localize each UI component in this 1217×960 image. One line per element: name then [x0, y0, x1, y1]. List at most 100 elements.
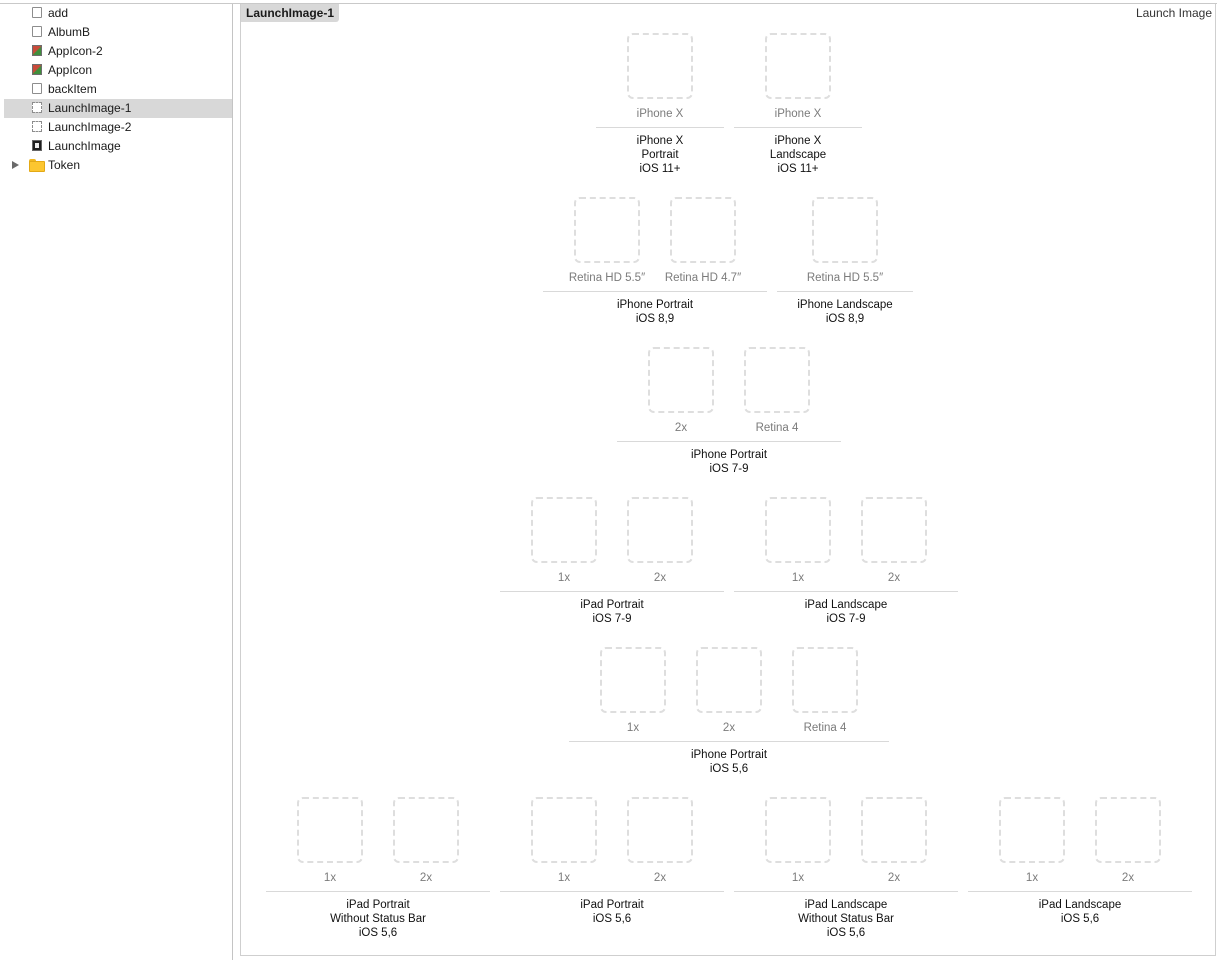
group-divider — [266, 891, 490, 892]
group-title-line: iPad Portrait — [346, 899, 410, 911]
image-drop-well[interactable] — [627, 797, 693, 863]
image-set-name-badge[interactable]: LaunchImage-1 — [241, 4, 340, 22]
group-title-line: iPhone Landscape — [797, 299, 893, 311]
group-title-line: iPhone X — [774, 135, 822, 147]
image-drop-well[interactable] — [812, 197, 878, 263]
slot-scale-label: 2x — [887, 872, 901, 884]
group-title-line: iOS 7-9 — [592, 613, 632, 625]
sidebar-item-albumb[interactable]: AlbumB — [4, 23, 232, 42]
sidebar-item-launchimage-2[interactable]: LaunchImage-2 — [4, 118, 232, 137]
slot-scale-label: 2x — [722, 722, 736, 734]
slot-group-title: iPhone Portrait iOS 7-9 — [609, 448, 849, 476]
group-title-line: iPad Landscape — [804, 599, 888, 611]
group-title-line: iPad Portrait — [580, 599, 644, 611]
image-drop-well[interactable] — [393, 797, 459, 863]
slot-scale-label: 2x — [653, 572, 667, 584]
asset-catalog-sidebar: add AlbumB AppIcon-2 AppIcon backItem LaunchI… — [0, 4, 232, 960]
image-drop-well[interactable] — [765, 33, 831, 99]
folder-icon — [29, 159, 45, 172]
group-title-line: iOS 5,6 — [826, 927, 866, 939]
image-drop-well[interactable] — [861, 797, 927, 863]
slot-scale-label: Retina HD 5.5″ — [806, 272, 884, 284]
group-title-line: iOS 5,6 — [1060, 913, 1100, 925]
slot-group-title: iPhone Landscape iOS 8,9 — [725, 298, 965, 326]
group-title-line: iPad Landscape — [1038, 899, 1122, 911]
sidebar-item-backitem[interactable]: backItem — [4, 80, 232, 99]
group-divider — [777, 291, 913, 292]
image-drop-well[interactable] — [670, 197, 736, 263]
image-drop-well[interactable] — [627, 497, 693, 563]
slot-group-title: iPhone Portrait iOS 5,6 — [609, 748, 849, 776]
sidebar-item-label: backItem — [48, 82, 97, 96]
group-divider — [500, 891, 724, 892]
sidebar-item-appicon[interactable]: AppIcon — [4, 61, 232, 80]
group-divider — [968, 891, 1192, 892]
image-drop-well[interactable] — [765, 497, 831, 563]
disclosure-triangle-icon[interactable] — [12, 161, 19, 169]
image-drop-well[interactable] — [765, 797, 831, 863]
image-drop-well[interactable] — [1095, 797, 1161, 863]
blank-image-icon — [32, 26, 42, 37]
slot-group-title: iPad Portrait iOS 5,6 — [492, 898, 732, 926]
sidebar-item-add[interactable]: add — [4, 4, 232, 23]
image-drop-well[interactable] — [648, 347, 714, 413]
slot-group-title: iPad Landscape Without Status Bar iOS 5,6 — [726, 898, 966, 940]
slot-group-title: iPad Portrait iOS 7-9 — [492, 598, 732, 626]
launch-image-empty-icon — [32, 102, 42, 113]
slot-scale-label: 2x — [887, 572, 901, 584]
group-title-line: Without Status Bar — [798, 913, 894, 925]
group-title-line: iOS 7-9 — [709, 463, 749, 475]
image-drop-well[interactable] — [297, 797, 363, 863]
image-drop-well[interactable] — [627, 33, 693, 99]
image-drop-well[interactable] — [574, 197, 640, 263]
slot-scale-label: Retina HD 4.7″ — [664, 272, 742, 284]
slot-group-title: iPhone X Landscape iOS 11+ — [678, 134, 918, 176]
sidebar-item-launchimage[interactable]: LaunchImage — [4, 137, 232, 156]
slot-group-title: iPad Landscape iOS 5,6 — [960, 898, 1200, 926]
image-drop-well[interactable] — [792, 647, 858, 713]
slot-scale-label: 1x — [557, 872, 571, 884]
slot-scale-label: 1x — [791, 572, 805, 584]
sidebar-item-label: AlbumB — [48, 25, 91, 39]
group-title-line: iPhone Portrait — [690, 749, 768, 761]
sidebar-item-label: add — [48, 6, 69, 20]
slot-scale-label: 1x — [323, 872, 337, 884]
group-title-line: iOS 8,9 — [825, 313, 865, 325]
group-divider — [734, 591, 958, 592]
image-set-type-label: Launch Image — [1135, 6, 1212, 20]
group-divider — [617, 441, 841, 442]
image-drop-well[interactable] — [999, 797, 1065, 863]
group-title-line: iOS 11+ — [777, 163, 819, 175]
group-title-line: iOS 7-9 — [826, 613, 866, 625]
group-divider — [500, 591, 724, 592]
sidebar-item-token[interactable]: Token — [4, 156, 232, 175]
blank-image-icon — [32, 7, 42, 18]
group-title-line: iOS 5,6 — [709, 763, 749, 775]
launch-image-icon — [32, 140, 42, 151]
slot-scale-label: 1x — [626, 722, 640, 734]
sidebar-item-label: AppIcon — [48, 63, 93, 77]
slot-group-title: iPad Portrait Without Status Bar iOS 5,6 — [258, 898, 498, 940]
group-title-line: iPhone Portrait — [690, 449, 768, 461]
sidebar-item-label: Token — [48, 158, 81, 172]
image-drop-well[interactable] — [531, 797, 597, 863]
slot-scale-label: 2x — [1121, 872, 1135, 884]
group-title-line: iOS 5,6 — [358, 927, 398, 939]
image-drop-well[interactable] — [861, 497, 927, 563]
group-divider — [734, 127, 862, 128]
sidebar-item-label: LaunchImage-1 — [48, 101, 132, 115]
image-drop-well[interactable] — [600, 647, 666, 713]
slot-scale-label: 2x — [674, 422, 688, 434]
image-drop-well[interactable] — [531, 497, 597, 563]
image-drop-well[interactable] — [696, 647, 762, 713]
group-title-line: iPad Portrait — [580, 899, 644, 911]
sidebar-item-label: LaunchImage-2 — [48, 120, 132, 134]
slot-scale-label: 1x — [1025, 872, 1039, 884]
sidebar-item-appicon-2[interactable]: AppIcon-2 — [4, 42, 232, 61]
launch-image-empty-icon — [32, 121, 42, 132]
image-drop-well[interactable] — [744, 347, 810, 413]
sidebar-divider — [232, 4, 233, 960]
slot-scale-label: 2x — [653, 872, 667, 884]
slot-scale-label: Retina HD 5.5″ — [568, 272, 646, 284]
sidebar-item-launchimage-1[interactable]: LaunchImage-1 — [4, 99, 232, 118]
